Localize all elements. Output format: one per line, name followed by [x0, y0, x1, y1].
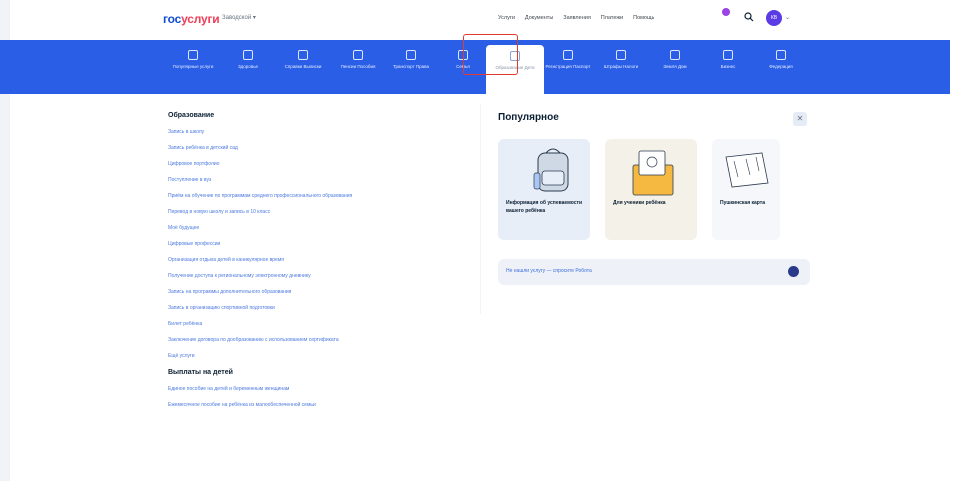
menu-item-business[interactable]: Бизнес: [705, 50, 751, 70]
help-text: Не нашли услугу — спросите Робота: [506, 268, 592, 274]
service-link[interactable]: Перевод в новую школу и запись в 10 клас…: [168, 209, 448, 216]
cursor-dot-icon: [722, 8, 730, 16]
service-link[interactable]: Цифровые профессии: [168, 241, 448, 248]
service-link[interactable]: Запись в организацию спортивной подготов…: [168, 305, 448, 312]
heart-icon: [188, 50, 198, 60]
service-link[interactable]: Запись в школу: [168, 129, 448, 136]
menu-item-health[interactable]: Здоровье: [225, 50, 271, 70]
popular-card-pushkin[interactable]: Пушкинская карта: [712, 139, 780, 240]
fine-icon: [616, 50, 626, 60]
menu-item-certificates[interactable]: Справки Выписки: [280, 50, 326, 70]
menu-item-popular[interactable]: Популярные услуги: [170, 50, 216, 70]
services-list: Образование Запись в школу Запись ребёнк…: [168, 112, 448, 418]
service-link[interactable]: Ежемесячное пособие на ребёнка из малооб…: [168, 402, 448, 409]
service-link[interactable]: Билет ребёнка: [168, 321, 448, 328]
section-title-education: Образование: [168, 112, 215, 119]
wallet-icon: [353, 50, 363, 60]
section-title-payments: Выплаты на детей: [168, 369, 233, 376]
service-link[interactable]: Организация отдыха детей в каникулярное …: [168, 257, 448, 264]
service-link[interactable]: Поступление в вуз: [168, 177, 448, 184]
search-icon[interactable]: [744, 12, 754, 22]
house-icon: [670, 50, 680, 60]
logo-part1: гос: [163, 12, 182, 26]
menu-item-fines[interactable]: Штрафы Налоги: [598, 50, 644, 70]
robot-icon: [788, 266, 799, 277]
service-link[interactable]: Заключение договора по дообразованию с и…: [168, 337, 448, 344]
avatar[interactable]: КВ: [766, 10, 782, 26]
divider: [480, 104, 481, 314]
emblem-icon: [776, 50, 786, 60]
document-icon: [298, 50, 308, 60]
service-link[interactable]: Получение доступа к региональному электр…: [168, 273, 448, 280]
menu-item-registration[interactable]: Регистрация Паспорт: [545, 50, 591, 70]
ask-robot-banner[interactable]: Не нашли услугу — спросите Робота: [498, 259, 810, 285]
card-map-icon: [725, 152, 769, 188]
service-link[interactable]: Моё будущее: [168, 225, 448, 232]
health-icon: [243, 50, 253, 60]
card-label: Для ученики ребёнка: [613, 200, 666, 206]
more-services-link[interactable]: Ещё услуги: [168, 353, 448, 360]
popular-cards: Информация об успеваемости вашего ребёнк…: [498, 139, 780, 240]
card-label: Пушкинская карта: [720, 200, 766, 206]
service-link[interactable]: Запись ребёнка в детский сад: [168, 145, 448, 152]
service-link[interactable]: Единое пособие на детей и беременным жен…: [168, 386, 448, 393]
service-link[interactable]: Запись на программы дополнительного обра…: [168, 289, 448, 296]
nav-documents[interactable]: Документы: [525, 15, 553, 21]
nav-payments[interactable]: Платежи: [601, 15, 623, 21]
menu-item-pensions[interactable]: Пенсии Пособия: [335, 50, 381, 70]
nav-help[interactable]: Помощь: [633, 15, 654, 21]
nav-applications[interactable]: Заявления: [563, 15, 591, 21]
backpack-icon: [533, 148, 569, 192]
popular-card-child[interactable]: Для ученики ребёнка: [605, 139, 697, 240]
menu-item-federation[interactable]: Федерация: [758, 50, 804, 70]
menu-item-property[interactable]: Земля Дом: [652, 50, 698, 70]
chevron-down-icon[interactable]: ⌄: [785, 14, 790, 21]
nav-services[interactable]: Услуги: [498, 15, 515, 21]
gosuslugi-logo[interactable]: госуслуги: [163, 12, 220, 26]
region-selector[interactable]: Заводской ▾: [222, 14, 256, 21]
car-icon: [406, 50, 416, 60]
service-link[interactable]: Приём на обучение по программам среднего…: [168, 193, 448, 200]
briefcase-icon: [723, 50, 733, 60]
passport-icon: [563, 50, 573, 60]
logo-part2: услуги: [181, 12, 220, 26]
menu-item-transport[interactable]: Транспорт Права: [388, 50, 434, 70]
service-link[interactable]: Цифровое портфолио: [168, 161, 448, 168]
popular-title: Популярное: [498, 112, 559, 123]
popular-panel: Популярное ✕ Информация об успеваемости …: [498, 112, 810, 285]
popular-card-grades[interactable]: Информация об успеваемости вашего ребёнк…: [498, 139, 590, 240]
card-label: Информация об успеваемости вашего ребёнк…: [506, 200, 583, 214]
highlight-box: [463, 34, 518, 75]
folder-icon: [632, 150, 674, 196]
top-nav: Услуги Документы Заявления Платежи Помощ…: [498, 15, 654, 21]
close-icon[interactable]: ✕: [793, 112, 807, 126]
